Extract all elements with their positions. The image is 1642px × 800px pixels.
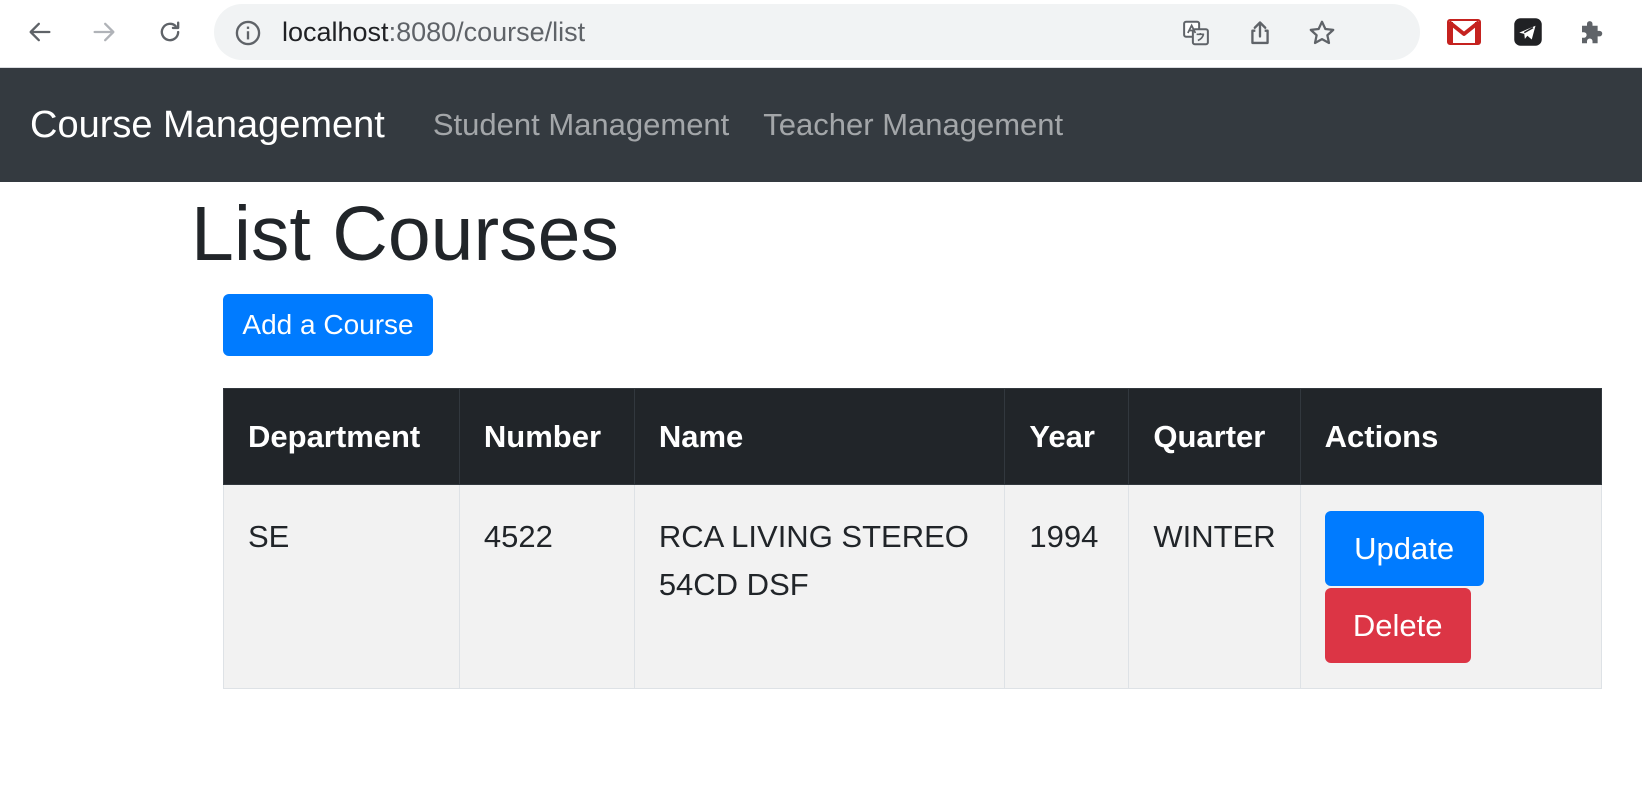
share-icon bbox=[1251, 21, 1269, 45]
table-header: Department Number Name Year Quarter Acti… bbox=[223, 388, 1603, 485]
courses-table: Department Number Name Year Quarter Acti… bbox=[223, 388, 1603, 689]
forward-button[interactable] bbox=[86, 14, 122, 50]
share-button[interactable] bbox=[1244, 17, 1276, 49]
table-row: SE 4522 RCA LIVING STEREO 54CD DSF 1994 … bbox=[223, 484, 1603, 689]
gmail-icon bbox=[1447, 19, 1481, 45]
url-host: localhost bbox=[282, 17, 389, 47]
delete-button[interactable]: Delete bbox=[1324, 588, 1471, 663]
column-header-year: Year bbox=[1004, 388, 1130, 485]
cell-quarter: WINTER bbox=[1128, 484, 1301, 689]
navbar-brand[interactable]: Course Management bbox=[30, 104, 385, 147]
column-header-department: Department bbox=[223, 388, 460, 485]
column-header-quarter: Quarter bbox=[1128, 388, 1301, 485]
site-info-button[interactable] bbox=[234, 19, 262, 47]
reload-icon bbox=[160, 21, 180, 42]
gmail-extension-button[interactable] bbox=[1446, 14, 1482, 50]
table-body: SE 4522 RCA LIVING STEREO 54CD DSF 1994 … bbox=[223, 484, 1603, 689]
back-button[interactable] bbox=[22, 14, 58, 50]
translate-icon bbox=[1183, 20, 1209, 46]
puzzle-icon bbox=[1582, 21, 1603, 44]
translate-button[interactable] bbox=[1180, 17, 1212, 49]
browser-toolbar: localhost:8080/course/list bbox=[0, 0, 1642, 68]
url-path: :8080/course/list bbox=[388, 17, 586, 47]
address-bar[interactable]: localhost:8080/course/list bbox=[214, 4, 1420, 60]
telegram-icon bbox=[1514, 18, 1542, 46]
url-text[interactable]: localhost:8080/course/list bbox=[282, 17, 585, 47]
info-icon bbox=[235, 20, 261, 46]
cell-actions: Update Delete bbox=[1299, 484, 1603, 689]
cell-name: RCA LIVING STEREO 54CD DSF bbox=[633, 484, 1006, 689]
nav-link-student-management[interactable]: Student Management bbox=[433, 107, 729, 143]
nav-link-teacher-management[interactable]: Teacher Management bbox=[763, 107, 1063, 143]
cell-department: SE bbox=[223, 484, 460, 689]
star-icon bbox=[1309, 20, 1335, 45]
column-header-actions: Actions bbox=[1299, 388, 1603, 485]
column-header-name: Name bbox=[633, 388, 1006, 485]
arrow-left-icon bbox=[29, 22, 51, 42]
add-course-button[interactable]: Add a Course bbox=[223, 294, 433, 356]
cell-year: 1994 bbox=[1004, 484, 1130, 689]
update-button[interactable]: Update bbox=[1324, 511, 1484, 586]
telegram-extension-button[interactable] bbox=[1510, 14, 1546, 50]
page-title: List Courses bbox=[191, 191, 619, 277]
extensions-button[interactable] bbox=[1574, 14, 1610, 50]
app-navbar: Course Management Student Management Tea… bbox=[0, 68, 1642, 182]
cell-number: 4522 bbox=[458, 484, 635, 689]
reload-button[interactable] bbox=[152, 14, 188, 50]
arrow-right-icon bbox=[93, 22, 115, 42]
bookmark-button[interactable] bbox=[1306, 17, 1338, 49]
column-header-number: Number bbox=[458, 388, 635, 485]
table-header-row: Department Number Name Year Quarter Acti… bbox=[223, 388, 1603, 485]
